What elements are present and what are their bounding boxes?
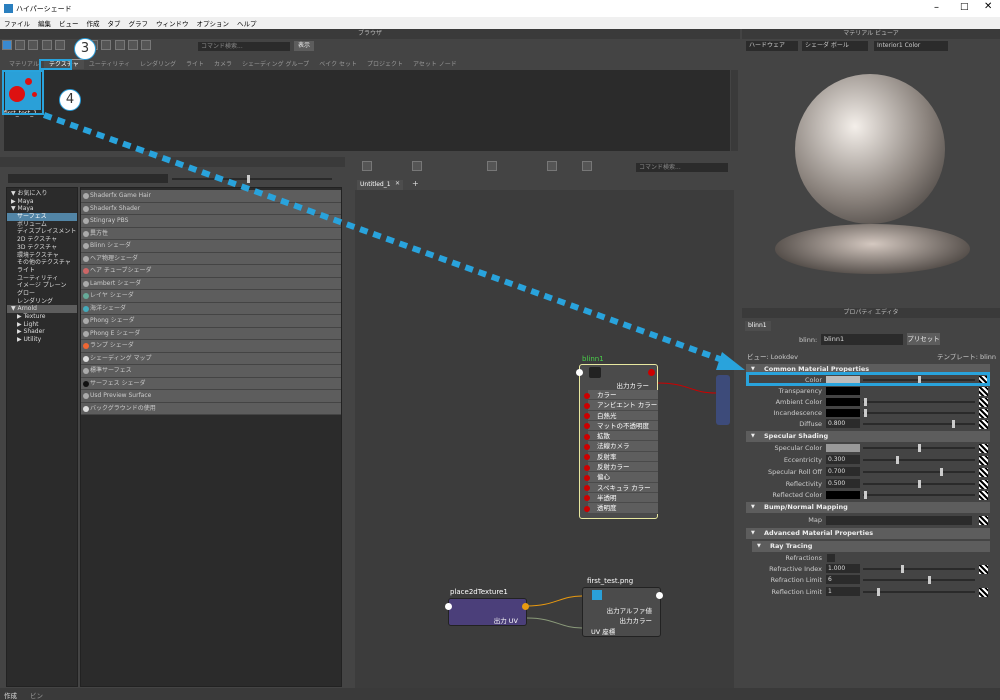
callout-4: 4	[59, 89, 81, 111]
drag-path	[42, 112, 730, 365]
status-bar: 作成 ビン	[0, 688, 1000, 700]
arrow-head	[716, 352, 745, 370]
tab-create[interactable]: 作成	[4, 690, 17, 700]
callout-arrow	[42, 112, 745, 370]
tab-bin[interactable]: ビン	[30, 690, 43, 700]
callout-3: 3	[74, 38, 96, 60]
